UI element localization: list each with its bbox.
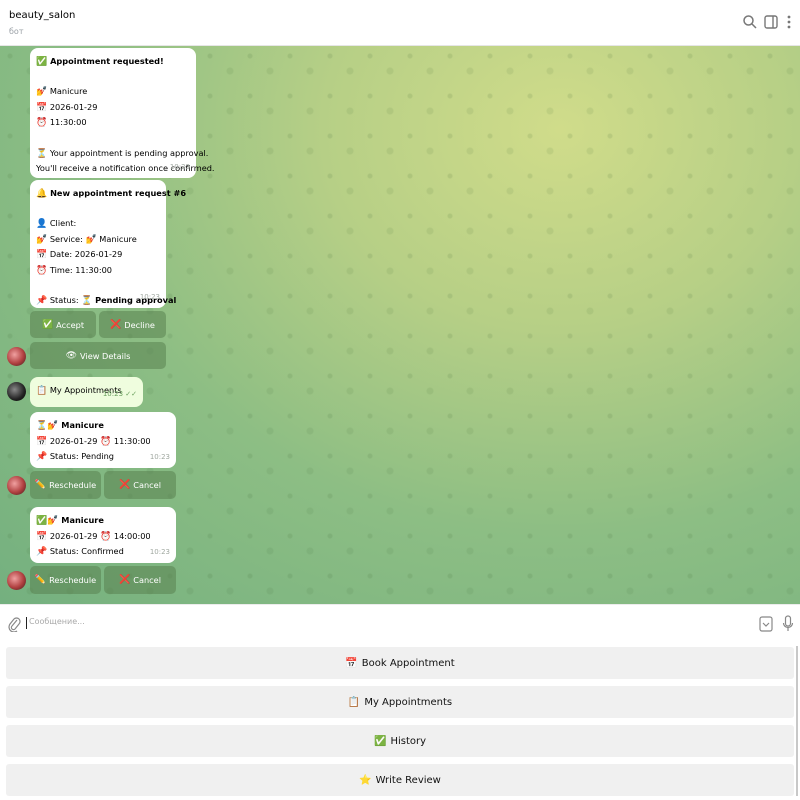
chat-area[interactable]: ✅ Appointment requested! 💅 Manicure 📅 20…	[0, 46, 800, 604]
calendar-icon: 📅	[36, 102, 48, 113]
write-review-button[interactable]: ⭐ Write Review	[6, 764, 794, 796]
calendar-icon: 📅	[36, 531, 48, 542]
notification-note: You'll receive a notification once confi…	[36, 163, 215, 174]
message-my-appointments: 📋 My Appointments 10:23 ✓✓	[30, 377, 143, 407]
message-heading: ✅ Appointment requested!	[36, 54, 190, 70]
search-icon[interactable]	[742, 14, 758, 30]
hourglass-icon: ⏳	[81, 296, 93, 307]
read-ticks-icon: ✓✓	[125, 390, 137, 399]
cancel-button[interactable]: ❌ Cancel	[104, 471, 176, 499]
avatar[interactable]	[7, 571, 26, 590]
text-caret	[26, 617, 27, 629]
reschedule-button[interactable]: ✏️ Reschedule	[30, 566, 101, 594]
message-time: 10:23	[169, 163, 190, 172]
nail-polish-icon: 💅	[47, 421, 59, 431]
service-name: Manicure	[61, 420, 104, 430]
pencil-icon: ✏️	[34, 575, 47, 585]
my-appointments-button[interactable]: 📋 My Appointments	[6, 686, 794, 718]
view-details-button[interactable]: 👁 View Details	[30, 342, 166, 369]
appointment-time: 11:30:00	[49, 117, 87, 128]
service-name: Manicure	[61, 515, 104, 525]
status-badge: Status: Pending	[49, 451, 115, 462]
appointment-time: 14:00:00	[113, 530, 151, 541]
client-label: Client:	[49, 218, 77, 229]
hourglass-icon: ⏳	[36, 148, 48, 159]
appointment-date: 2026-01-29	[49, 101, 98, 112]
chat-title[interactable]: beauty_salon	[9, 10, 75, 21]
alarm-clock-icon: ⏰	[36, 265, 48, 276]
nail-polish-icon: 💅	[47, 516, 59, 526]
person-icon: 👤	[36, 219, 48, 230]
cross-icon: ❌	[119, 575, 131, 585]
check-icon: ✅	[36, 516, 48, 526]
alarm-clock-icon: ⏰	[36, 118, 48, 129]
appointment-time: 11:30:00	[113, 435, 151, 446]
appointment-date: Date: 2026-01-29	[49, 249, 123, 260]
message-input[interactable]: Сообщение...	[29, 617, 85, 626]
calendar-icon: 📅	[345, 657, 358, 669]
check-icon: ✅	[36, 57, 48, 67]
service-name: Manicure	[99, 233, 137, 244]
keyboard-scrollbar[interactable]	[796, 646, 798, 796]
appointment-time: Time: 11:30:00	[49, 264, 112, 275]
check-icon: ✅	[373, 735, 387, 747]
message-heading: New appointment request #6	[50, 188, 187, 198]
nail-polish-icon: 💅	[36, 87, 48, 98]
appointment-date: 2026-01-29	[49, 530, 98, 541]
message-time-status: 10:23 ✓✓	[102, 390, 137, 399]
cross-icon: ❌	[119, 480, 131, 490]
cross-icon: ❌	[110, 319, 122, 330]
calendar-icon: 📅	[36, 250, 48, 261]
microphone-icon[interactable]	[782, 615, 794, 633]
history-button[interactable]: ✅ History	[6, 725, 794, 757]
nail-polish-icon: 💅	[36, 234, 48, 245]
book-appointment-button[interactable]: 📅 Book Appointment	[6, 647, 794, 679]
pencil-icon: ✏️	[34, 480, 47, 490]
hourglass-icon: ⏳	[36, 421, 48, 431]
clipboard-icon: 📋	[347, 696, 361, 708]
message-time: 10:23	[149, 548, 170, 557]
alarm-clock-icon: ⏰	[100, 436, 112, 447]
avatar[interactable]	[7, 382, 26, 401]
message-composer: Сообщение...	[0, 604, 800, 642]
status-badge: Pending approval	[95, 295, 177, 306]
appointment-card: ⏳💅 Manicure 📅 2026-01-29 ⏰ 11:30:00 📌 St…	[30, 412, 176, 468]
nail-polish-icon: 💅	[85, 234, 97, 245]
reschedule-button[interactable]: ✏️ Reschedule	[30, 471, 101, 499]
sidebar-toggle-icon[interactable]	[763, 14, 779, 30]
status-badge: Status: Confirmed	[49, 546, 124, 557]
appointment-card: ✅💅 Manicure 📅 2026-01-29 ⏰ 14:00:00 📌 St…	[30, 507, 176, 563]
pending-note: Your appointment is pending approval.	[49, 147, 209, 158]
alarm-clock-icon: ⏰	[100, 531, 112, 542]
message-time: 10:23	[139, 293, 160, 302]
avatar[interactable]	[7, 347, 26, 366]
chat-header: beauty_salon бот	[0, 0, 800, 46]
avatar[interactable]	[7, 476, 26, 495]
star-icon: ⭐	[359, 774, 372, 786]
pushpin-icon: 📌	[36, 452, 48, 463]
service-name: Manicure	[49, 86, 88, 97]
bot-keyboard-toggle-icon[interactable]	[759, 616, 773, 632]
pushpin-icon: 📌	[36, 296, 48, 307]
chat-subtitle: бот	[9, 27, 24, 36]
pushpin-icon: 📌	[36, 547, 48, 558]
message-appointment-requested: ✅ Appointment requested! 💅 Manicure 📅 20…	[30, 48, 215, 178]
more-vert-icon[interactable]	[781, 14, 797, 30]
message-time: 10:23	[149, 453, 170, 462]
cancel-button[interactable]: ❌ Cancel	[104, 566, 176, 594]
accept-button[interactable]: ✅ Accept	[30, 311, 96, 338]
appointment-date: 2026-01-29	[49, 435, 98, 446]
bell-icon: 🔔	[36, 189, 48, 199]
message-new-request: 🔔 New appointment request #6 👤 Client: 💅…	[30, 180, 186, 308]
decline-button[interactable]: ❌ Decline	[99, 311, 166, 338]
clipboard-icon: 📋	[36, 386, 48, 396]
paperclip-icon[interactable]	[7, 616, 21, 632]
eye-icon: 👁	[65, 350, 77, 361]
check-icon: ✅	[41, 319, 54, 330]
calendar-icon: 📅	[36, 436, 48, 447]
